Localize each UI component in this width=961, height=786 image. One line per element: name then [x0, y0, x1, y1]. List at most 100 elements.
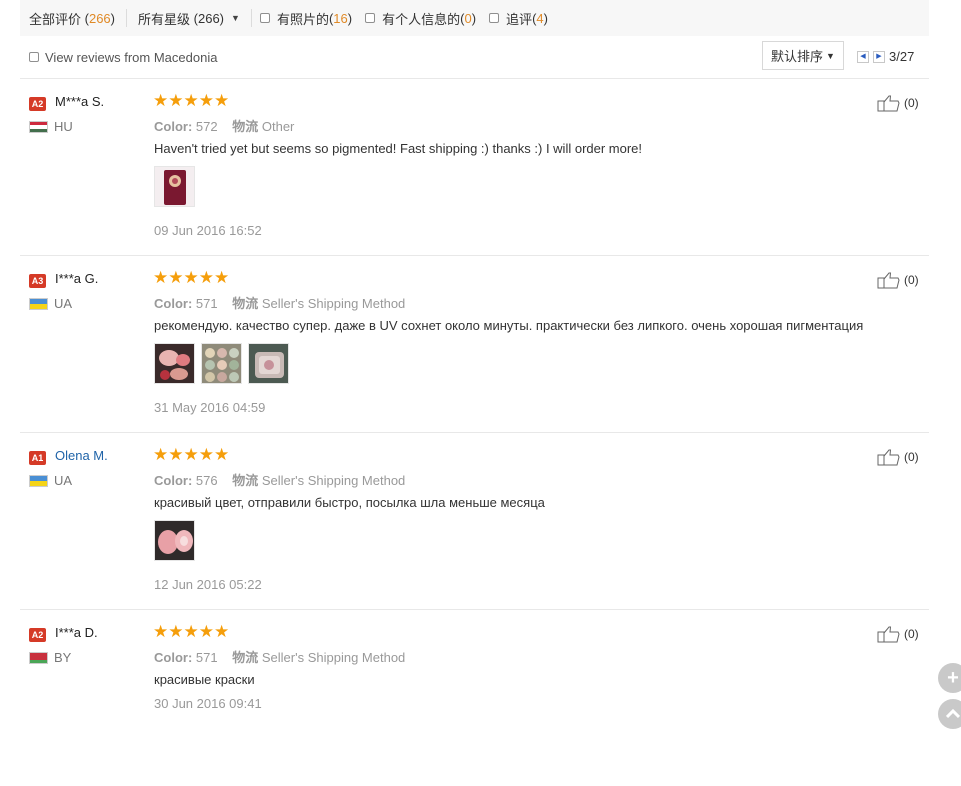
review-date: 31 May 2016 04:59 — [154, 400, 266, 415]
like-button[interactable]: (0) — [877, 94, 919, 112]
review-date: 09 Jun 2016 16:52 — [154, 223, 262, 238]
buyer-level-badge: A2 — [29, 97, 46, 111]
filter-followup-checkbox[interactable] — [489, 13, 500, 23]
polish-bottles-photo — [202, 344, 241, 383]
shipping-label: 物流 — [232, 473, 259, 488]
star-rating: ★★★★★ — [153, 268, 230, 287]
reviewer-name: I***a D. — [55, 625, 98, 640]
page-indicator: 3/27 — [889, 49, 915, 64]
like-count: (0) — [904, 96, 919, 110]
color-value: 571 — [195, 650, 218, 665]
review-date: 12 Jun 2016 05:22 — [154, 577, 262, 592]
chevron-down-icon: ▼ — [826, 50, 835, 61]
nail-polish-photo — [155, 167, 194, 206]
reviewer-name: I***a G. — [55, 271, 99, 286]
triangle-right-icon: ▶ — [876, 53, 882, 60]
star-rating: ★★★★★ — [153, 91, 230, 110]
nail-photo — [155, 344, 194, 383]
sort-dropdown[interactable]: 默认排序 ▼ — [762, 41, 844, 70]
thumbs-up-icon — [877, 626, 900, 643]
buyer-level-badge: A1 — [29, 451, 46, 465]
star-rating: ★★★★★ — [153, 445, 230, 464]
color-value: 572 — [195, 119, 218, 134]
shipping-value: Other — [261, 119, 295, 134]
filter-stars-count: (266) — [193, 10, 225, 26]
hungary-flag-icon — [29, 121, 48, 133]
review-photo-thumbnail[interactable] — [154, 520, 195, 561]
shipping-label: 物流 — [232, 296, 259, 311]
color-label: Color: — [154, 650, 193, 665]
like-count: (0) — [904, 450, 919, 464]
ukraine-flag-icon — [29, 298, 48, 310]
color-label: Color: — [154, 119, 193, 134]
prev-page-button[interactable]: ◀ — [857, 50, 869, 63]
filter-stars-dropdown[interactable]: 所有星级 (266) ▼ — [138, 9, 240, 28]
thumbs-up-icon — [877, 95, 900, 112]
review-text: красивые краски — [154, 672, 255, 687]
view-from-checkbox[interactable] — [29, 52, 39, 62]
shipping-value: Seller's Shipping Method — [261, 296, 406, 311]
review-meta: Color: 576 物流 Seller's Shipping Method — [154, 470, 416, 489]
review-item: A2 M***a S. HU ★★★★★ Color: 572 物流 Other… — [20, 79, 929, 256]
plus-button[interactable]: + — [938, 663, 961, 693]
review-photo-thumbnail[interactable] — [248, 343, 289, 384]
reviewer-name: M***a S. — [55, 94, 105, 109]
review-photos — [154, 166, 195, 207]
reviewer-name[interactable]: Olena M. — [55, 448, 108, 463]
chevron-down-icon: ▼ — [231, 13, 240, 23]
review-photo-thumbnail[interactable] — [201, 343, 242, 384]
filter-personal-checkbox[interactable] — [365, 13, 376, 23]
package-photo — [249, 344, 288, 383]
like-count: (0) — [904, 273, 919, 287]
thumbs-up-icon — [877, 449, 900, 466]
review-photo-thumbnail[interactable] — [154, 166, 195, 207]
filter-followup-label: 追评 — [506, 11, 533, 27]
reviews-panel: 全部评价 (266) 所有星级 (266) ▼ 有照片的 (16) 有个人信息的… — [20, 0, 929, 786]
like-button[interactable]: (0) — [877, 625, 919, 643]
reviewer-country: HU — [54, 119, 73, 134]
buyer-level-badge: A3 — [29, 274, 46, 288]
review-item: A2 I***a D. BY ★★★★★ Color: 571 物流 Selle… — [20, 610, 929, 786]
review-item: A3 I***a G. UA ★★★★★ Color: 571 物流 Selle… — [20, 256, 929, 433]
filter-followup[interactable]: 追评 (4) — [489, 9, 548, 28]
shipping-label: 物流 — [232, 650, 259, 665]
review-photo-thumbnail[interactable] — [154, 343, 195, 384]
filter-personal-count: 0 — [464, 10, 472, 26]
review-photos — [154, 343, 289, 384]
review-meta: Color: 571 物流 Seller's Shipping Method — [154, 647, 416, 666]
color-value: 576 — [195, 473, 218, 488]
filter-followup-count: 4 — [536, 10, 544, 26]
sort-label: 默认排序 — [771, 49, 824, 64]
like-button[interactable]: (0) — [877, 271, 919, 289]
filter-photo-count: 16 — [333, 10, 348, 26]
review-text: рекомендую. качество супер. даже в UV со… — [154, 318, 864, 333]
review-text: красивый цвет, отправили быстро, посылка… — [154, 495, 545, 510]
filter-personal[interactable]: 有个人信息的 (0) — [365, 9, 476, 28]
buyer-level-badge: A2 — [29, 628, 46, 642]
view-from-label: View reviews from Macedonia — [45, 49, 218, 65]
filter-stars-label: 所有星级 — [138, 11, 191, 27]
filter-all-label: 全部评价 — [29, 11, 82, 27]
triangle-left-icon: ◀ — [860, 53, 866, 60]
review-item: A1 Olena M. UA ★★★★★ Color: 576 物流 Selle… — [20, 433, 929, 610]
star-rating: ★★★★★ — [153, 622, 230, 641]
review-meta: Color: 571 物流 Seller's Shipping Method — [154, 293, 416, 312]
filter-photo-checkbox[interactable] — [259, 13, 270, 23]
nail-swatch-photo — [155, 521, 194, 560]
reviewer-country: UA — [54, 473, 73, 488]
shipping-value: Seller's Shipping Method — [261, 650, 406, 665]
reviewer-country: BY — [54, 650, 72, 665]
filter-photo[interactable]: 有照片的 (16) — [259, 9, 352, 28]
review-meta: Color: 572 物流 Other — [154, 116, 305, 135]
chevron-up-icon — [946, 709, 960, 719]
like-button[interactable]: (0) — [877, 448, 919, 466]
shipping-label: 物流 — [232, 119, 259, 134]
next-page-button[interactable]: ▶ — [873, 50, 885, 63]
like-count: (0) — [904, 627, 919, 641]
filter-all-count: 266 — [88, 10, 111, 26]
divider — [250, 9, 252, 27]
filter-all[interactable]: 全部评价 (266) — [29, 9, 115, 28]
thumbs-up-icon — [877, 272, 900, 289]
back-to-top-button[interactable] — [938, 699, 961, 729]
color-label: Color: — [154, 296, 193, 311]
